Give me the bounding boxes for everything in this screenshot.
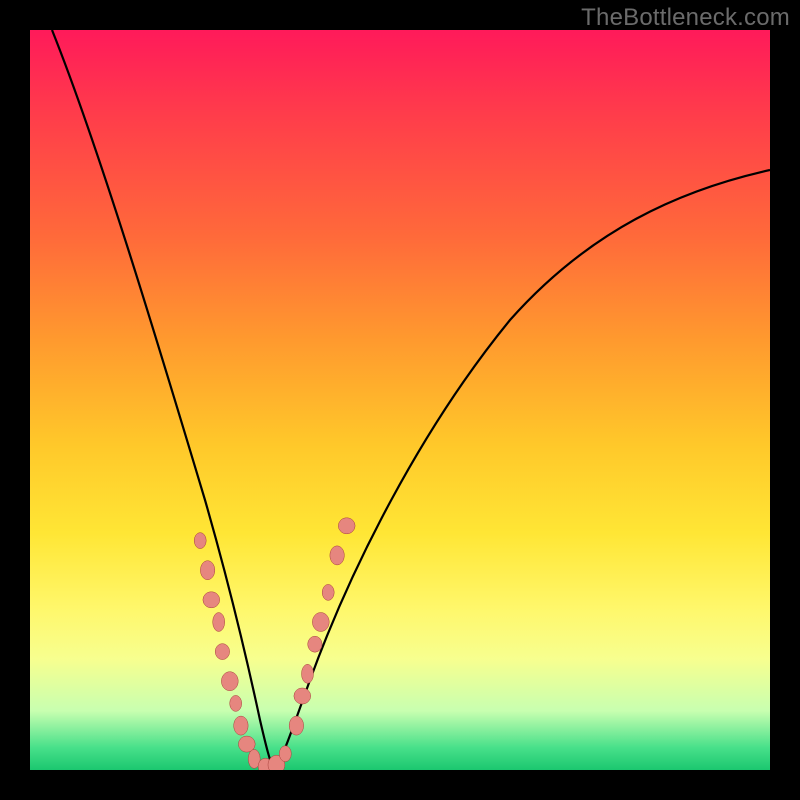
- marker-point: [322, 584, 334, 600]
- marker-point: [294, 688, 311, 704]
- marker-point: [234, 716, 248, 735]
- marker-point: [203, 592, 220, 608]
- curve-right: [274, 170, 770, 770]
- chart-frame: TheBottleneck.com: [0, 0, 800, 800]
- marker-point: [302, 664, 314, 683]
- marker-point: [308, 636, 322, 652]
- watermark-text: TheBottleneck.com: [581, 4, 790, 32]
- marker-point: [213, 613, 225, 632]
- marker-point: [215, 644, 229, 660]
- marker-point: [230, 695, 242, 711]
- marker-group: [194, 518, 355, 770]
- marker-point: [330, 546, 344, 565]
- marker-point: [200, 561, 214, 580]
- plot-area: [30, 30, 770, 770]
- marker-point: [279, 746, 291, 762]
- curve-left: [52, 30, 274, 770]
- chart-svg: [30, 30, 770, 770]
- marker-point: [312, 613, 329, 632]
- marker-point: [289, 716, 303, 735]
- marker-point: [194, 533, 206, 549]
- marker-point: [221, 672, 238, 691]
- marker-point: [338, 518, 355, 534]
